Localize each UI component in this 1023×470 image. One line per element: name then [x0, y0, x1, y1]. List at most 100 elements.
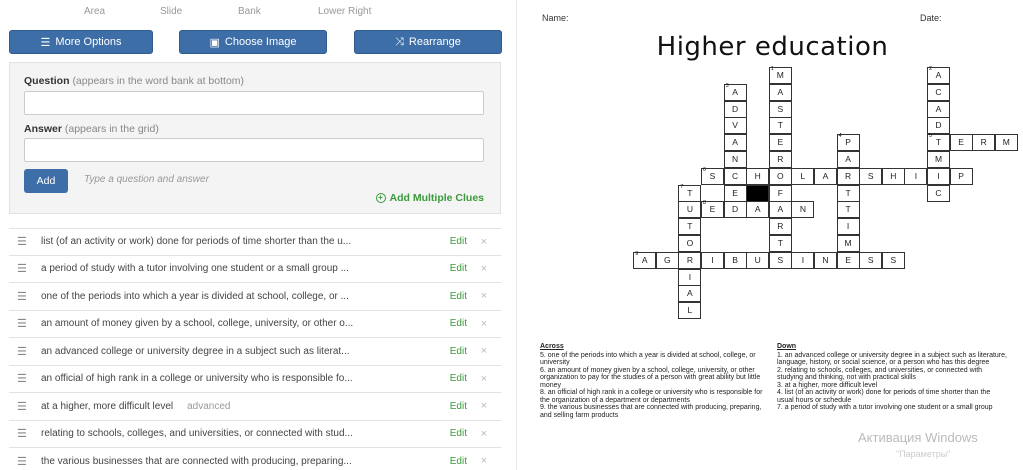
edit-link[interactable]: Edit — [450, 236, 467, 247]
grid-cell: L — [678, 302, 702, 320]
drag-handle-icon[interactable]: ☰ — [17, 372, 29, 385]
delete-icon[interactable]: × — [481, 428, 487, 440]
down-clue: 1. an advanced college or university deg… — [777, 351, 1007, 367]
drag-handle-icon[interactable]: ☰ — [17, 317, 29, 330]
delete-icon[interactable]: × — [481, 318, 487, 330]
edit-link[interactable]: Edit — [450, 318, 467, 329]
more-options-button[interactable]: ☰ More Options — [9, 30, 153, 54]
clue-question: at a higher, more difficult level — [41, 400, 174, 412]
delete-icon[interactable]: × — [481, 290, 487, 302]
drag-handle-icon[interactable]: ☰ — [17, 235, 29, 248]
grid-cell: U — [678, 201, 702, 219]
edit-link[interactable]: Edit — [450, 346, 467, 357]
grid-cell: 2A — [927, 66, 950, 84]
cell-letter: A — [845, 154, 851, 164]
top-tab-bank[interactable]: Bank — [238, 6, 261, 17]
across-heading: Across — [540, 343, 564, 350]
cell-letter: S — [777, 254, 784, 265]
grid-cell: A — [768, 201, 792, 219]
grid-cell: E — [836, 251, 860, 269]
drag-handle-icon[interactable]: ☰ — [17, 427, 29, 440]
add-button[interactable]: Add — [24, 169, 68, 193]
clue-row[interactable]: ☰ relating to schools, colleges, and univ… — [9, 420, 501, 448]
drag-handle-icon[interactable]: ☰ — [17, 345, 29, 358]
cell-letter: O — [686, 238, 694, 248]
delete-icon[interactable]: × — [481, 400, 487, 412]
across-clue: 6. an amount of money given by a school,… — [540, 366, 761, 389]
clue-number: 7 — [680, 183, 684, 190]
cell-letter: H — [890, 170, 897, 181]
across-clue: 9. the various businesses that are conne… — [540, 404, 762, 419]
drag-handle-icon[interactable]: ☰ — [17, 455, 29, 468]
clue-row[interactable]: ☰ an advanced college or university degre… — [9, 338, 501, 366]
top-tab-area[interactable]: Area — [84, 6, 105, 17]
add-hint: Type a question and answer — [84, 174, 209, 185]
drag-handle-icon[interactable]: ☰ — [17, 290, 29, 303]
drag-handle-icon[interactable]: ☰ — [17, 262, 29, 275]
choose-image-button[interactable]: ▣ Choose Image — [179, 30, 327, 54]
windows-activation-watermark-sub: "Параметры" — [896, 449, 951, 459]
grid-cell: C — [927, 83, 950, 101]
grid-cell: H — [746, 167, 770, 185]
grid-cell: T — [768, 117, 792, 135]
clue-row[interactable]: ☰ a period of study with a tutor involvin… — [9, 255, 501, 283]
grid-cell: A — [746, 201, 770, 219]
clue-row[interactable]: ☰ list (of an activity or work) done for … — [9, 228, 501, 256]
cell-letter: P — [958, 170, 964, 181]
answer-label: Answer (appears in the grid) — [24, 123, 159, 135]
clue-row[interactable]: ☰ an amount of money given by a school, c… — [9, 310, 501, 338]
more-options-label: More Options — [55, 36, 122, 48]
grid-cell: I — [791, 251, 815, 269]
question-label: Question (appears in the word bank at bo… — [24, 75, 244, 87]
grid-cell: 4P — [836, 133, 860, 152]
cell-letter: E — [709, 204, 716, 215]
down-clue: 3. at a higher, more difficult level — [777, 381, 878, 389]
clue-row[interactable]: ☰ the various businesses that are connect… — [9, 448, 501, 470]
clue-number: 4 — [838, 133, 842, 140]
edit-link[interactable]: Edit — [450, 373, 467, 384]
grid-cell: A — [927, 100, 950, 118]
edit-link[interactable]: Edit — [450, 263, 467, 274]
clue-question: list (of an activity or work) done for p… — [41, 236, 352, 248]
cell-letter: O — [776, 170, 784, 181]
delete-icon[interactable]: × — [481, 236, 487, 248]
edit-link[interactable]: Edit — [450, 291, 467, 302]
grid-cell: A — [723, 134, 747, 152]
delete-icon[interactable]: × — [481, 345, 487, 357]
grid-cell: D — [723, 100, 747, 118]
add-multiple-clues-link[interactable]: + Add Multiple Clues — [375, 192, 484, 204]
delete-icon[interactable]: × — [481, 263, 487, 275]
clue-list: ☰ list (of an activity or work) done for … — [9, 228, 501, 470]
grid-cell: I — [678, 268, 702, 286]
answer-hint: (appears in the grid) — [64, 123, 159, 135]
answer-input[interactable] — [24, 138, 484, 162]
top-tab-lower-right[interactable]: Lower Right — [318, 6, 371, 17]
grid-cell: D — [723, 201, 747, 219]
grid-cell: 1M — [768, 66, 792, 84]
cell-letter: A — [822, 170, 829, 181]
edit-link[interactable]: Edit — [450, 401, 467, 412]
clue-row[interactable]: ☰ at a higher, more difficult level advanc… — [9, 393, 501, 421]
grid-cell: 8E — [701, 200, 724, 219]
top-tab-slide[interactable]: Slide — [160, 6, 182, 17]
cell-letter: T — [687, 187, 693, 198]
across-clue: 8. an official of high rank in a college… — [540, 389, 763, 404]
black-cell — [746, 184, 770, 202]
clue-row[interactable]: ☰ one of the periods into which a year is… — [9, 283, 501, 311]
cell-letter: T — [935, 137, 942, 148]
cell-letter: S — [867, 170, 874, 181]
cell-letter: U — [754, 254, 761, 265]
rearrange-label: Rearrange — [408, 36, 461, 48]
drag-handle-icon[interactable]: ☰ — [17, 400, 29, 413]
grid-cell: C — [723, 167, 747, 185]
clue-row[interactable]: ☰ an official of high rank in a college o… — [9, 365, 501, 393]
edit-link[interactable]: Edit — [450, 456, 467, 467]
rearrange-button[interactable]: ⤨ Rearrange — [354, 30, 502, 54]
edit-link[interactable]: Edit — [450, 428, 467, 439]
cell-letter: D — [732, 204, 739, 215]
question-input[interactable] — [24, 91, 484, 115]
clue-text: relating to schools, colleges, and unive… — [41, 428, 431, 439]
cell-letter: G — [663, 254, 671, 265]
delete-icon[interactable]: × — [481, 455, 487, 467]
delete-icon[interactable]: × — [481, 373, 487, 385]
